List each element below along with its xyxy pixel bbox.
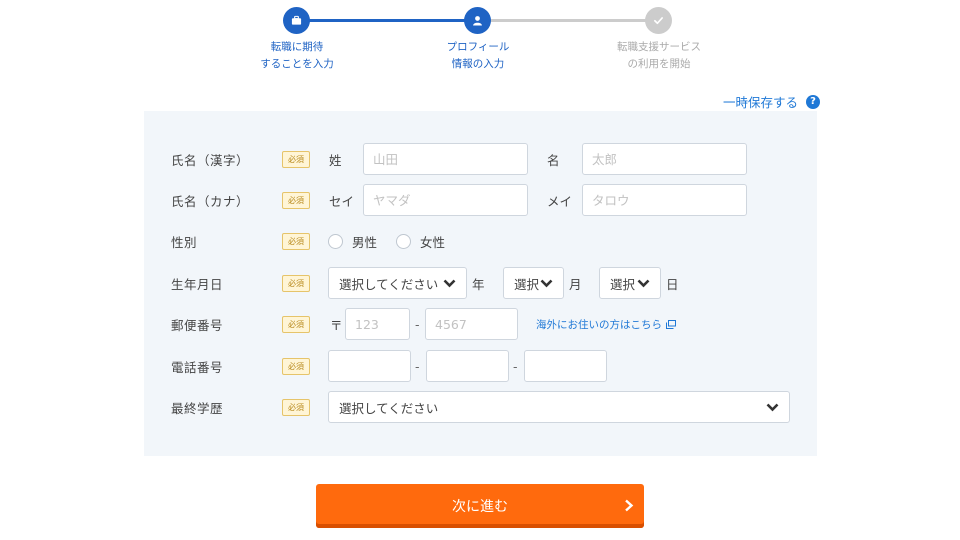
education-value: 選択してください <box>339 400 439 416</box>
next-button[interactable]: 次に進む <box>316 484 644 528</box>
birth-year-select[interactable]: 選択してください <box>328 267 467 299</box>
name-kanji-label: 氏名（漢字） <box>171 152 250 168</box>
phone-separator-2: - <box>513 358 518 374</box>
step-3-dot <box>645 7 672 34</box>
name-kana-label: 氏名（カナ） <box>171 193 250 209</box>
step-2-label: プロフィール 情報の入力 <box>446 41 510 70</box>
temp-save-label: 一時保存する <box>722 95 798 110</box>
stepper-track-completed <box>297 19 478 22</box>
chevron-down-icon <box>540 279 553 287</box>
step-1-label: 転職に期待 することを入力 <box>260 41 334 70</box>
next-button-label: 次に進む <box>452 499 508 515</box>
profile-form: 氏名（漢字） 必須 姓 名 氏名（カナ） 必須 セイ メイ 性別 必須 男性 女… <box>144 111 817 456</box>
last-name-kana-label: セイ <box>329 193 355 209</box>
required-badge: 必須 <box>282 232 310 250</box>
form-row-name-kanji: 氏名（漢字） 必須 姓 名 <box>144 142 817 176</box>
gender-female-radio[interactable] <box>396 233 411 249</box>
form-row-gender: 性別 必須 男性 女性 <box>144 224 817 258</box>
gender-male-radio[interactable] <box>328 233 343 249</box>
overseas-address-link-label: 海外にお住いの方はこちら <box>536 318 662 331</box>
gender-male-option[interactable]: 男性 <box>328 232 377 251</box>
postal-mark: 〒 <box>330 317 343 333</box>
stepper-track-pending <box>478 19 659 22</box>
form-row-birthdate: 生年月日 必須 選択してください 年 選択 月 選択 日 <box>144 266 817 300</box>
step-1-dot <box>283 7 310 34</box>
gender-female-label: 女性 <box>420 234 446 250</box>
form-row-education: 最終学歴 必須 選択してください <box>144 390 817 424</box>
birth-year-value: 選択してください <box>339 276 439 292</box>
step-3-label: 転職支援サービス の利用を開始 <box>617 41 701 70</box>
birth-day-select[interactable]: 選択 <box>599 267 661 299</box>
first-name-label: 名 <box>547 152 560 168</box>
required-badge: 必須 <box>282 315 310 333</box>
form-row-name-kana: 氏名（カナ） 必須 セイ メイ <box>144 183 817 217</box>
first-name-kanji-input[interactable] <box>582 143 747 175</box>
birthdate-label: 生年月日 <box>171 276 224 292</box>
required-badge: 必須 <box>282 274 310 292</box>
briefcase-icon <box>291 15 302 25</box>
phone-part1-input[interactable] <box>328 350 411 382</box>
required-badge: 必須 <box>282 150 310 168</box>
chevron-right-icon <box>625 499 634 512</box>
month-unit: 月 <box>569 276 582 292</box>
birth-day-value: 選択 <box>610 276 636 292</box>
education-select[interactable]: 選択してください <box>328 391 790 423</box>
external-link-icon <box>666 319 676 329</box>
year-unit: 年 <box>472 276 485 292</box>
temp-save-link[interactable]: 一時保存する ? <box>723 92 820 111</box>
gender-female-option[interactable]: 女性 <box>396 232 445 251</box>
last-name-kana-input[interactable] <box>363 184 528 216</box>
form-row-phone: 電話番号 必須 - - <box>144 349 817 383</box>
postal-code-part1-input[interactable] <box>345 308 410 340</box>
required-badge: 必須 <box>282 398 310 416</box>
phone-label: 電話番号 <box>171 359 224 375</box>
postal-code-label: 郵便番号 <box>171 317 224 333</box>
progress-stepper: 転職に期待 することを入力 プロフィール 情報の入力 転職支援サービス の利用を… <box>0 0 960 80</box>
birth-month-select[interactable]: 選択 <box>503 267 564 299</box>
first-name-kana-label: メイ <box>547 193 573 209</box>
chevron-down-icon <box>766 403 779 411</box>
step-2-dot <box>464 7 491 34</box>
check-icon <box>654 17 663 25</box>
education-label: 最終学歴 <box>171 400 224 416</box>
required-badge: 必須 <box>282 357 310 375</box>
overseas-address-link[interactable]: 海外にお住いの方はこちら <box>536 317 676 332</box>
help-icon[interactable]: ? <box>806 94 820 109</box>
gender-male-label: 男性 <box>352 234 378 250</box>
day-unit: 日 <box>666 276 679 292</box>
last-name-kanji-input[interactable] <box>363 143 528 175</box>
chevron-down-icon <box>637 279 650 287</box>
birth-month-value: 選択 <box>514 276 540 292</box>
chevron-down-icon <box>443 279 456 287</box>
phone-part2-input[interactable] <box>426 350 509 382</box>
phone-part3-input[interactable] <box>524 350 607 382</box>
gender-label: 性別 <box>171 234 198 250</box>
postal-separator: - <box>415 316 420 332</box>
user-icon <box>473 16 482 26</box>
form-row-postal-code: 郵便番号 必須 〒 - 海外にお住いの方はこちら <box>144 307 817 341</box>
postal-code-part2-input[interactable] <box>425 308 518 340</box>
last-name-label: 姓 <box>329 152 342 168</box>
first-name-kana-input[interactable] <box>582 184 747 216</box>
required-badge: 必須 <box>282 191 310 209</box>
phone-separator-1: - <box>415 358 420 374</box>
